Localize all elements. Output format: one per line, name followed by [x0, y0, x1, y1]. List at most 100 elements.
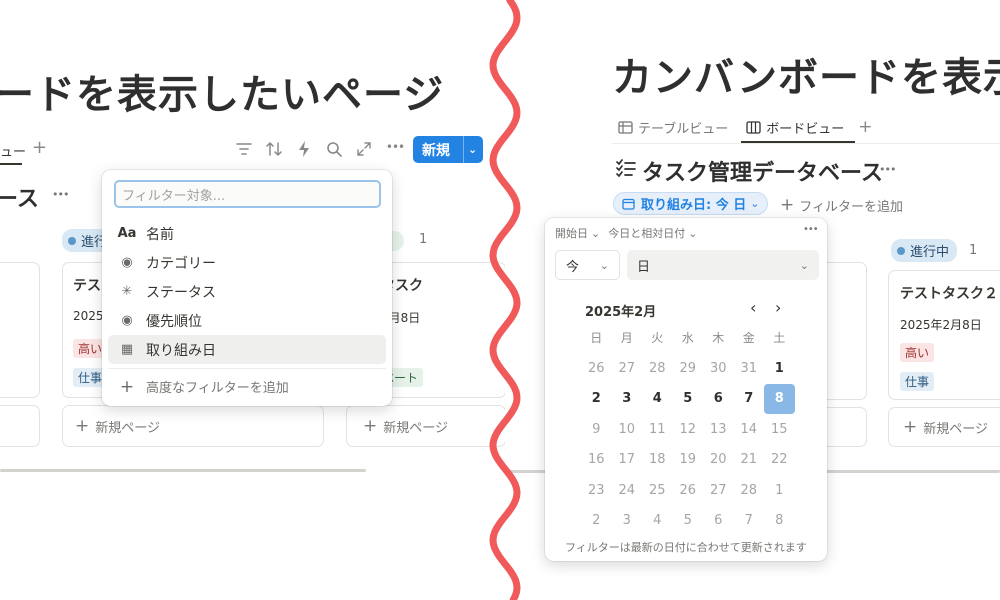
calendar-day[interactable]: 11 [642, 414, 673, 445]
calendar-day[interactable]: 7 [734, 506, 765, 537]
calendar-icon: ▦ [120, 342, 134, 357]
calendar-day[interactable]: 27 [703, 475, 734, 506]
calendar-day[interactable]: 19 [673, 445, 704, 476]
menu-item-status[interactable]: ✳ ステータス [108, 277, 386, 306]
calendar-day[interactable]: 6 [703, 384, 734, 415]
database-title: タスク管理データベース [642, 161, 883, 186]
calendar-day[interactable]: 9 [581, 414, 612, 445]
calendar-day[interactable]: 5 [673, 506, 704, 537]
add-filter-button[interactable]: + フィルターを追加 [780, 195, 903, 215]
calendar-day[interactable]: 27 [612, 353, 643, 384]
add-view-icon[interactable]: + [32, 137, 47, 158]
calendar-day[interactable]: 4 [642, 384, 673, 415]
database-more-icon[interactable]: ••• [52, 188, 69, 201]
horizontal-scrollbar[interactable] [0, 469, 366, 472]
calendar-day[interactable]: 29 [673, 353, 704, 384]
calendar-day[interactable]: 15 [764, 414, 795, 445]
calendar-day-selected[interactable]: 8 [764, 383, 795, 414]
more-icon[interactable]: ••• [803, 224, 819, 235]
tab-board-view[interactable]: ュー [0, 141, 26, 160]
calendar-day[interactable]: 30 [703, 353, 734, 384]
calendar-day[interactable]: 2 [581, 384, 612, 415]
board-card[interactable]: テストタスク２ 2025年2月8日 高い 仕事 [888, 270, 1000, 400]
calendar-day[interactable]: 31 [734, 353, 765, 384]
menu-item-priority[interactable]: ◉ 優先順位 [108, 306, 386, 335]
calendar-day[interactable]: 1 [764, 475, 795, 506]
calendar-day[interactable]: 7 [734, 384, 765, 415]
calendar-day[interactable]: 28 [734, 475, 765, 506]
menu-item-name[interactable]: Aa 名前 [108, 219, 386, 248]
calendar-day[interactable]: 3 [612, 506, 643, 537]
menu-item-work-date[interactable]: ▦ 取り組み日 [108, 335, 386, 364]
calendar-day[interactable]: 4 [642, 506, 673, 537]
card-partial[interactable] [0, 262, 40, 398]
tab-label: テーブルビュー [638, 121, 729, 137]
calendar-day[interactable]: 8 [764, 506, 795, 537]
calendar-day[interactable]: 14 [734, 414, 765, 445]
add-advanced-filter-label: 高度なフィルターを追加 [146, 381, 289, 396]
calendar-day[interactable]: 20 [703, 445, 734, 476]
calendar-day[interactable]: 3 [612, 384, 643, 415]
new-page-label: 新規ページ [95, 420, 160, 436]
calendar-day[interactable]: 6 [703, 506, 734, 537]
group-count: 1 [419, 232, 428, 247]
calendar-day[interactable]: 26 [581, 353, 612, 384]
calendar-day[interactable]: 26 [673, 475, 704, 506]
group-label: 進行中 [910, 245, 950, 260]
calendar-day[interactable]: 1 [764, 353, 795, 384]
calendar-day[interactable]: 10 [612, 414, 643, 445]
calendar-day[interactable]: 18 [642, 445, 673, 476]
add-advanced-filter[interactable]: + 高度なフィルターを追加 [108, 372, 297, 401]
calendar-day[interactable]: 5 [673, 384, 704, 415]
database-title: ース [0, 187, 39, 212]
tab-board-view[interactable]: ボードビュー [746, 118, 844, 137]
menu-item-label: 名前 [146, 226, 174, 243]
sort-icon[interactable] [265, 141, 283, 157]
card-title: テス [73, 278, 101, 294]
expand-icon[interactable] [356, 141, 372, 157]
menu-item-label: ステータス [146, 284, 216, 301]
select-value: 今 [566, 259, 580, 275]
search-icon[interactable] [326, 141, 342, 157]
automation-icon[interactable] [297, 140, 311, 158]
relative-date-select[interactable]: 今日と相対日付 [608, 225, 685, 241]
calendar-day[interactable]: 17 [612, 445, 643, 476]
menu-item-category[interactable]: ◉ カテゴリー [108, 248, 386, 277]
tab-table-view[interactable]: テーブルビュー [618, 118, 728, 137]
split-divider-wave [489, 0, 521, 600]
calendar-day[interactable]: 22 [764, 445, 795, 476]
more-icon[interactable]: ••• [384, 140, 406, 154]
card-title: テストタスク２ [900, 286, 998, 302]
left-screenshot: ードを表示したいページ ュー + ••• 新規 ⌄ ース ••• 進行 1 テス… [0, 0, 505, 600]
calendar-day[interactable]: 24 [612, 475, 643, 506]
status-icon: ✳ [121, 284, 133, 299]
filter-chip-work-date[interactable]: 取り組み日: 今 日 ⌄ [613, 192, 769, 215]
chevron-down-icon: ⌄ [688, 226, 698, 240]
tabs-divider [612, 143, 1000, 144]
weekday-header: 日月火水木金土 [581, 322, 795, 353]
calendar-day[interactable]: 23 [581, 475, 612, 506]
next-month-icon[interactable]: › [775, 298, 781, 317]
chevron-down-icon: ⌄ [799, 258, 809, 272]
chevron-down-icon: ⌄ [750, 197, 760, 210]
new-page-button[interactable]: + 新規ページ [888, 407, 1000, 447]
calendar-day[interactable]: 28 [642, 353, 673, 384]
new-page-partial[interactable] [0, 405, 40, 447]
filter-icon[interactable] [236, 142, 252, 156]
date-property-select[interactable]: 開始日 [555, 225, 588, 241]
prev-month-icon[interactable]: ‹ [750, 298, 756, 317]
calendar-day[interactable]: 16 [581, 445, 612, 476]
period-select[interactable]: 日 ⌄ [627, 250, 819, 280]
filter-search-input[interactable]: フィルター対象... [114, 180, 381, 208]
calendar-day[interactable]: 12 [673, 414, 704, 445]
calendar-day[interactable]: 13 [703, 414, 734, 445]
calendar-day[interactable]: 25 [642, 475, 673, 506]
database-more-icon[interactable]: ••• [879, 163, 896, 176]
relative-unit-select[interactable]: 今 ⌄ [555, 250, 620, 280]
calendar-day[interactable]: 21 [734, 445, 765, 476]
right-screenshot: カンバンボードを表示し テーブルビュー ボードビュー + タスク管理データベース… [505, 0, 1000, 600]
calendar-day[interactable]: 2 [581, 506, 612, 537]
add-view-icon[interactable]: + [858, 117, 872, 137]
select-icon: ◉ [121, 255, 133, 270]
new-page-button[interactable]: + 新規ページ [62, 405, 324, 447]
